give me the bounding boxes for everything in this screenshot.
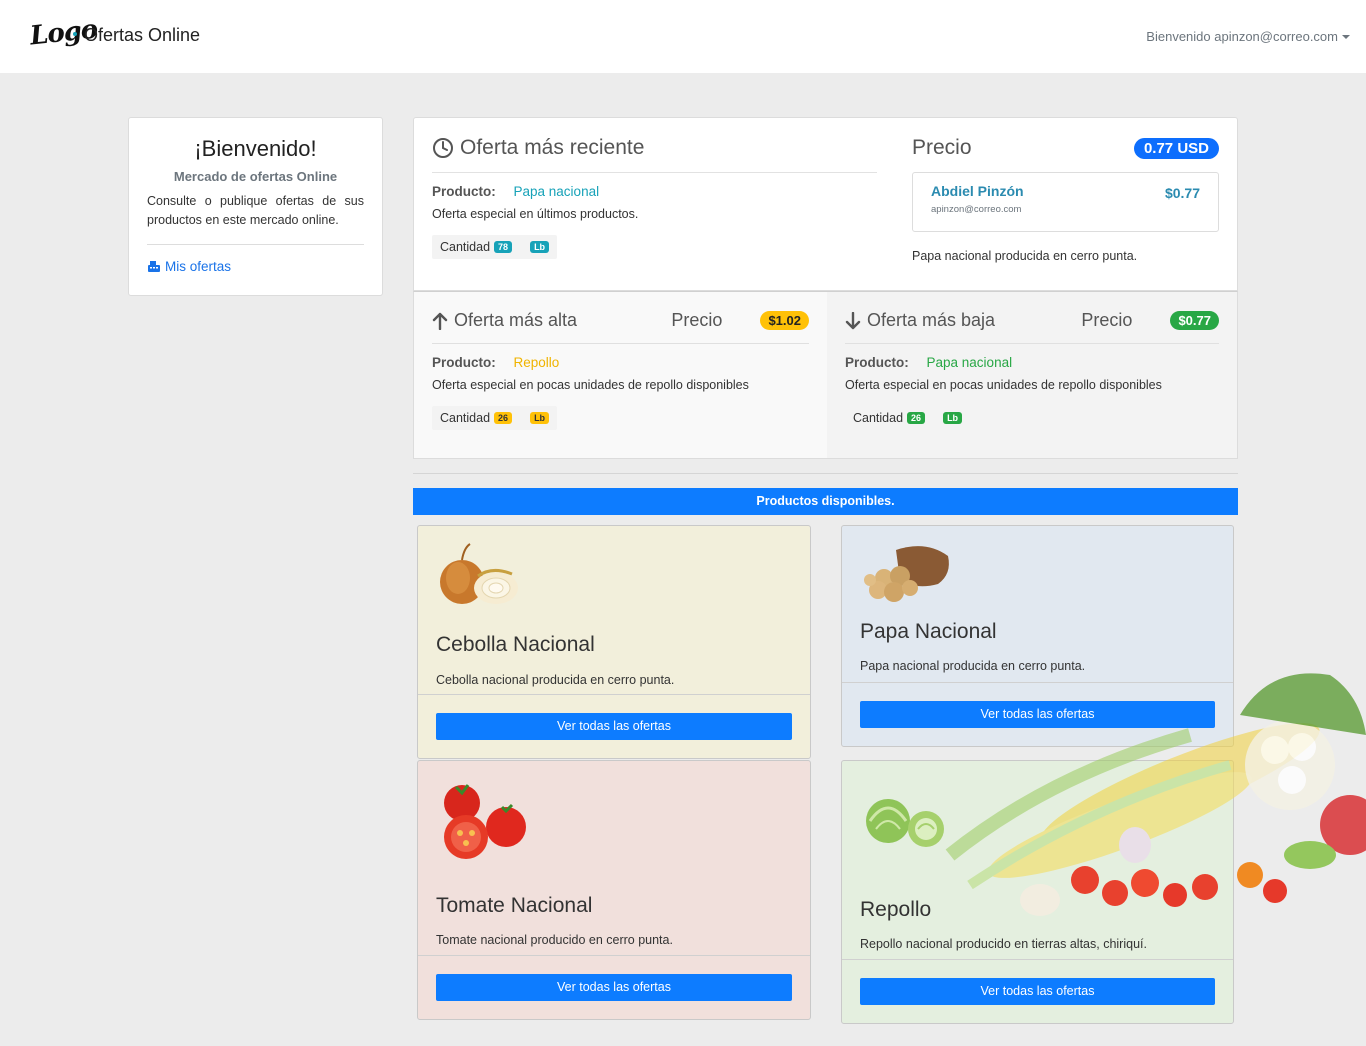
navbar: Logo Ofertas Online Bienvenido apinzon@c… bbox=[0, 0, 1366, 73]
user-menu-dropdown[interactable]: Bienvenido apinzon@correo.com bbox=[1146, 29, 1350, 44]
lowest-product-value: Papa nacional bbox=[926, 355, 1013, 370]
recent-offer-title: Oferta más reciente bbox=[460, 136, 645, 159]
product-card-repollo: Repollo Repollo nacional producido en ti… bbox=[841, 760, 1234, 1024]
my-offers-link[interactable]: Mis ofertas bbox=[147, 259, 364, 274]
clock-icon bbox=[433, 138, 453, 158]
lowest-price-badge: $0.77 bbox=[1170, 311, 1219, 330]
recent-price-badge: 0.77 USD bbox=[1133, 137, 1219, 159]
product-card-papa: Papa Nacional Papa nacional producida en… bbox=[841, 525, 1234, 747]
onion-image bbox=[440, 543, 518, 604]
highest-product-label: Producto: bbox=[432, 355, 496, 370]
lowest-price-title: Precio bbox=[1081, 310, 1133, 330]
product-footer: Ver todas las ofertas bbox=[418, 694, 810, 758]
quantity-label: Cantidad bbox=[440, 240, 491, 254]
product-description: Papa nacional producida en cerro punta. bbox=[860, 659, 1086, 673]
highest-product-value: Repollo bbox=[513, 355, 560, 370]
quantity-badge: 78 bbox=[494, 241, 513, 253]
recent-price-title: Precio bbox=[912, 136, 972, 159]
highest-product-line: Producto: Repollo bbox=[432, 355, 809, 370]
welcome-description: Consulte o publique ofertas de sus produ… bbox=[147, 194, 364, 227]
product-card-tomate: Tomate Nacional Tomate nacional producid… bbox=[417, 760, 811, 1020]
recent-product-line: Producto: Papa nacional bbox=[432, 184, 877, 199]
lowest-offer-title: Oferta más baja bbox=[867, 310, 996, 330]
product-name: Cebolla Nacional bbox=[436, 633, 595, 656]
quantity-label: Cantidad bbox=[440, 411, 491, 425]
cash-register-icon bbox=[148, 261, 160, 272]
product-description: Cebolla nacional producida en cerro punt… bbox=[436, 673, 675, 687]
welcome-divider bbox=[147, 244, 364, 245]
user-greeting: Bienvenido apinzon@correo.com bbox=[1146, 29, 1338, 44]
recent-product-value: Papa nacional bbox=[513, 184, 600, 199]
lowest-offer-header: Oferta más baja Precio $0.77 bbox=[845, 310, 1219, 344]
lowest-quantity: Cantidad 26 Lb bbox=[845, 406, 971, 430]
tomato-image bbox=[444, 784, 526, 859]
recent-offer-price-panel: Precio 0.77 USD Abdiel Pinzón apinzon@co… bbox=[912, 118, 1219, 263]
lowest-offer-card: Oferta más baja Precio $0.77 Producto: P… bbox=[827, 292, 1237, 458]
recent-quantity: Cantidad 78 Lb bbox=[432, 235, 558, 259]
product-name: Repollo bbox=[860, 898, 932, 921]
welcome-card: ¡Bienvenido! Mercado de ofertas Online C… bbox=[128, 117, 383, 296]
lowest-offer-title-wrap: Oferta más baja bbox=[845, 310, 995, 331]
product-footer: Ver todas las ofertas bbox=[418, 955, 810, 1019]
brand-logo[interactable]: Logo bbox=[29, 12, 99, 62]
product-name: Tomate Nacional bbox=[436, 894, 593, 917]
highest-offer-title-wrap: Oferta más alta bbox=[432, 310, 577, 331]
view-offers-button[interactable]: Ver todas las ofertas bbox=[860, 978, 1215, 1005]
recent-price-header: Precio 0.77 USD bbox=[912, 136, 1219, 160]
product-description: Tomate nacional producido en cerro punta… bbox=[436, 933, 673, 947]
logo-dot bbox=[73, 32, 77, 36]
arrow-up-icon bbox=[432, 312, 448, 330]
unit-badge: Lb bbox=[530, 412, 550, 424]
unit-badge: Lb bbox=[530, 241, 550, 253]
highest-offer-title: Oferta más alta bbox=[454, 310, 578, 330]
lowest-product-line: Producto: Papa nacional bbox=[845, 355, 1219, 370]
unit-badge: Lb bbox=[943, 412, 963, 424]
welcome-title: ¡Bienvenido! bbox=[194, 136, 317, 161]
recent-offer-description: Oferta especial en últimos productos. bbox=[432, 207, 639, 221]
arrow-down-icon bbox=[845, 311, 861, 329]
seller-name: Abdiel Pinzón bbox=[931, 183, 1024, 199]
brand-title[interactable]: Ofertas Online bbox=[84, 25, 200, 46]
cabbage-image bbox=[866, 799, 944, 847]
product-footer: Ver todas las ofertas bbox=[842, 959, 1233, 1023]
view-offers-button[interactable]: Ver todas las ofertas bbox=[436, 713, 792, 740]
recent-offer-card: Oferta más reciente Producto: Papa nacio… bbox=[413, 117, 1238, 291]
product-footer: Ver todas las ofertas bbox=[842, 682, 1233, 746]
caret-down-icon bbox=[1342, 35, 1350, 39]
highest-offer-card: Oferta más alta Precio $1.02 Producto: R… bbox=[414, 292, 827, 458]
seller-box: Abdiel Pinzón apinzon@correo.com $0.77 bbox=[912, 172, 1219, 232]
highest-offer-description: Oferta especial en pocas unidades de rep… bbox=[432, 378, 749, 392]
recent-offer-details: Oferta más reciente Producto: Papa nacio… bbox=[432, 118, 877, 259]
highest-price-title: Precio bbox=[671, 310, 723, 330]
lowest-product-label: Producto: bbox=[845, 355, 909, 370]
lowest-offer-description: Oferta especial en pocas unidades de rep… bbox=[845, 378, 1162, 392]
my-offers-label: Mis ofertas bbox=[165, 259, 232, 274]
highest-offer-header: Oferta más alta Precio $1.02 bbox=[432, 310, 809, 344]
view-offers-button[interactable]: Ver todas las ofertas bbox=[860, 701, 1215, 728]
welcome-subtitle: Mercado de ofertas Online bbox=[173, 169, 338, 184]
quantity-badge: 26 bbox=[907, 412, 926, 424]
quantity-badge: 26 bbox=[494, 412, 513, 424]
recent-product-label: Producto: bbox=[432, 184, 496, 199]
product-description: Repollo nacional producido en tierras al… bbox=[860, 937, 1147, 951]
products-header: Productos disponibles. bbox=[413, 488, 1238, 515]
seller-email: apinzon@correo.com bbox=[931, 204, 1022, 215]
potato-image bbox=[864, 546, 949, 602]
section-divider bbox=[413, 473, 1238, 474]
product-card-cebolla: Cebolla Nacional Cebolla nacional produc… bbox=[417, 525, 811, 759]
recent-offer-note: Papa nacional producida en cerro punta. bbox=[912, 249, 1138, 263]
quantity-label: Cantidad bbox=[853, 411, 904, 425]
highest-price-badge: $1.02 bbox=[760, 311, 809, 330]
highest-quantity: Cantidad 26 Lb bbox=[432, 406, 558, 430]
seller-price: $0.77 bbox=[1164, 185, 1200, 201]
view-offers-button[interactable]: Ver todas las ofertas bbox=[436, 974, 792, 1001]
recent-offer-header: Oferta más reciente bbox=[432, 136, 877, 173]
product-name: Papa Nacional bbox=[860, 620, 997, 643]
high-low-offers: Oferta más alta Precio $1.02 Producto: R… bbox=[413, 291, 1238, 459]
